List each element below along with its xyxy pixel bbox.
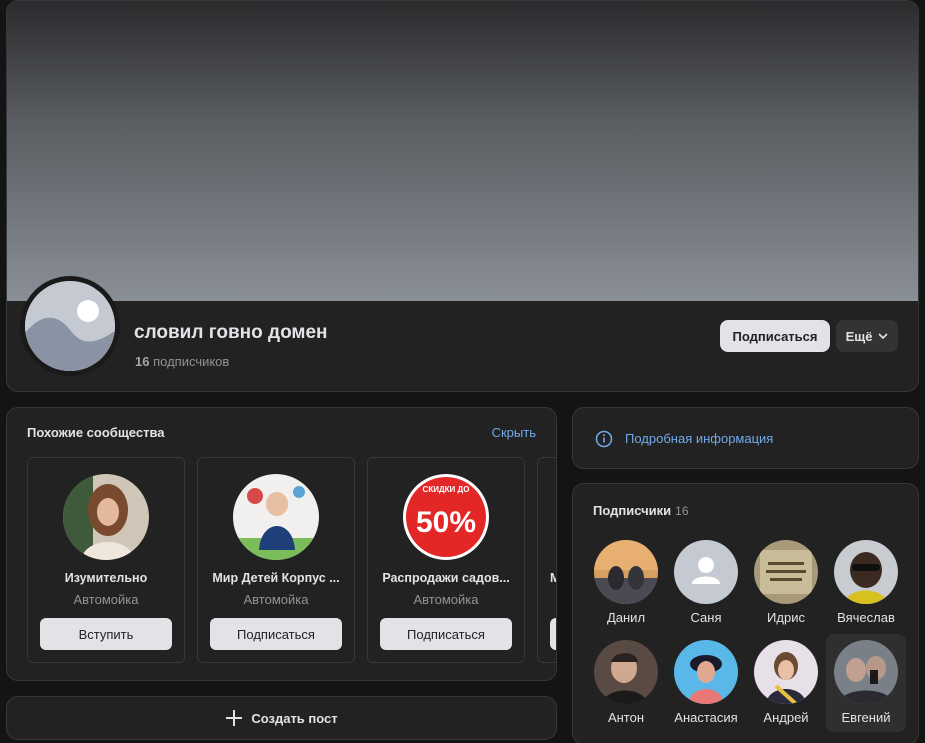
create-post-button[interactable]: Создать пост [6, 696, 557, 740]
follower-item[interactable]: Андрей [746, 634, 826, 732]
follower-avatar [594, 640, 658, 704]
follower-avatar [594, 540, 658, 604]
detailed-info-card[interactable]: Подробная информация [572, 407, 919, 469]
community-avatar: СКИДКИ ДО 50% [403, 474, 489, 560]
community-card[interactable]: Мир Детей Корпус ... Автомойка Подписать… [197, 457, 355, 663]
subscribe-community-button[interactable] [550, 618, 556, 650]
join-button[interactable]: Вступить [40, 618, 172, 650]
community-name[interactable]: М [550, 571, 556, 585]
community-card[interactable]: Изумительно Автомойка Вступить [27, 457, 185, 663]
follower-item[interactable]: Антон [586, 634, 666, 732]
follower-name[interactable]: Данил [586, 610, 666, 625]
follower-avatar [754, 640, 818, 704]
subscribers-word: подписчиков [153, 354, 230, 369]
similar-title: Похожие сообщества [27, 425, 165, 440]
subscribe-community-button[interactable]: Подписаться [380, 618, 512, 650]
image-placeholder-icon [25, 281, 115, 371]
follower-item[interactable]: Идрис [746, 534, 826, 632]
community-card[interactable]: СКИДКИ ДО 50% Распродажи садов... Автомо… [367, 457, 525, 663]
subscribe-community-button[interactable]: Подписаться [210, 618, 342, 650]
detailed-info-link[interactable]: Подробная информация [625, 431, 773, 446]
follower-avatar [834, 540, 898, 604]
followers-title-label: Подписчики [593, 503, 672, 518]
similar-communities-card: Похожие сообщества Скрыть Изумительно Ав… [6, 407, 557, 681]
sale-badge-top: СКИДКИ ДО [423, 485, 470, 494]
subscribers-number: 16 [135, 354, 150, 369]
follower-item[interactable]: Анастасия [666, 634, 746, 732]
community-category: Автомойка [413, 592, 479, 607]
chevron-down-icon [878, 333, 889, 339]
followers-count: 16 [675, 504, 689, 518]
cover-image [7, 1, 918, 301]
group-title: словил говно домен [134, 322, 328, 343]
more-button[interactable]: Ещё [836, 320, 898, 352]
subscribe-button[interactable]: Подписаться [720, 320, 830, 352]
community-avatar [63, 474, 149, 560]
follower-name[interactable]: Евгений [826, 710, 906, 725]
plus-icon [226, 710, 243, 726]
follower-item[interactable]: Данил [586, 534, 666, 632]
hide-link[interactable]: Скрыть [492, 425, 536, 440]
subscribers-count: 16 подписчиков [135, 354, 229, 369]
user-placeholder-icon [674, 540, 738, 604]
sale-badge-value: 50% [416, 506, 476, 539]
follower-name[interactable]: Саня [666, 610, 746, 625]
community-name[interactable]: Распродажи садов... [376, 571, 516, 585]
community-name[interactable]: Мир Детей Корпус ... [206, 571, 346, 585]
follower-avatar [674, 640, 738, 704]
follower-avatar [754, 540, 818, 604]
community-card[interactable]: М [537, 457, 556, 663]
community-category: Автомойка [73, 592, 139, 607]
follower-name[interactable]: Антон [586, 710, 666, 725]
community-name[interactable]: Изумительно [36, 571, 176, 585]
follower-name[interactable]: Идрис [746, 610, 826, 625]
group-avatar[interactable] [20, 276, 120, 376]
more-label: Ещё [845, 328, 873, 344]
community-category: Автомойка [243, 592, 309, 607]
follower-item[interactable]: Саня [666, 534, 746, 632]
community-avatar [233, 474, 319, 560]
follower-item[interactable]: Евгений [826, 634, 906, 732]
follower-name[interactable]: Вячеслав [826, 610, 906, 625]
followers-title[interactable]: Подписчики 16 [593, 503, 689, 518]
follower-name[interactable]: Андрей [746, 710, 826, 725]
followers-card: Подписчики 16 Данил Саня Идрис Вячеслав … [572, 483, 919, 743]
follower-avatar [834, 640, 898, 704]
create-post-label: Создать пост [251, 710, 338, 726]
follower-item[interactable]: Вячеслав [826, 534, 906, 632]
info-icon [595, 430, 613, 448]
follower-name[interactable]: Анастасия [666, 710, 746, 725]
